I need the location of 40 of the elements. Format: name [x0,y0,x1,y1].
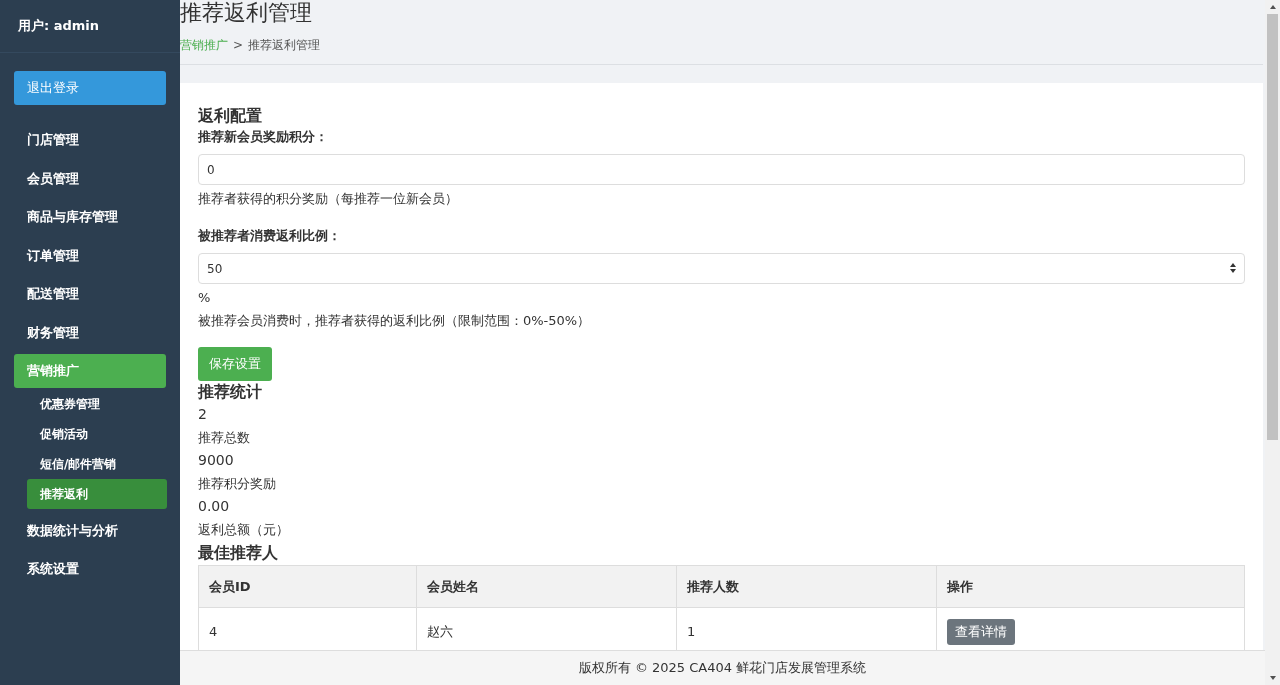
sidebar-item[interactable]: 财务管理 [14,315,166,350]
spinner-icon[interactable] [1229,262,1237,274]
stat-value: 2 [198,405,208,424]
help-text: 推荐者获得的积分奖励（每推荐一位新会员） [198,190,459,208]
sidebar-item[interactable]: 商品与库存管理 [14,200,166,234]
section-title: 返利配置 [198,105,263,127]
field-label: 被推荐者消费返利比例： [198,227,342,245]
scrollbar[interactable] [1265,0,1280,685]
stat-value: 9000 [198,451,235,470]
breadcrumb-text: 推荐返利管理 [248,37,321,54]
stat-value: 0.00 [198,497,231,516]
copyright-text: 版权所有 © 2025 CA404 鲜花门店发展管理系统 [578,659,867,678]
stat-label: 返利总额（元） [198,521,290,539]
sidebar-item[interactable]: 配送管理 [14,277,166,311]
view-details-button[interactable]: 查看详情 [947,618,1015,645]
sidebar-item[interactable]: 门店管理 [14,123,166,157]
section-title: 最佳推荐人 [198,542,279,564]
sidebar-item[interactable]: 订单管理 [14,238,166,273]
user-label: 用户: admin [18,17,100,36]
sidebar-item[interactable]: 推荐返利 [27,479,167,509]
sidebar-item[interactable]: 促销活动 [27,419,167,449]
page-title: 推荐返利管理 [180,0,313,26]
sidebar-item[interactable]: 优惠券管理 [27,389,167,419]
help-text: 被推荐会员消费时，推荐者获得的返利比例（限制范围：0%-50%） [198,312,592,330]
stat-label: 推荐积分奖励 [198,475,277,493]
column-header: 会员ID [198,565,417,608]
help-text: % [198,289,212,307]
column-header: 会员姓名 [416,565,677,608]
section-title: 推荐统计 [198,381,263,403]
column-header: 推荐人数 [676,565,937,608]
column-header: 操作 [936,565,1245,608]
sidebar-item[interactable]: 短信/邮件营销 [27,449,167,479]
field-label: 推荐新会员奖励积分： [198,128,329,146]
sidebar-item[interactable]: 数据统计与分析 [14,513,166,548]
input-field[interactable]: 0 [198,154,1245,185]
sidebar-item[interactable]: 系统设置 [14,552,166,586]
breadcrumb-text: > [233,37,244,54]
input-field[interactable]: 50 [198,253,1245,284]
stat-label: 推荐总数 [198,429,251,447]
sidebar-item[interactable]: 会员管理 [14,161,166,196]
